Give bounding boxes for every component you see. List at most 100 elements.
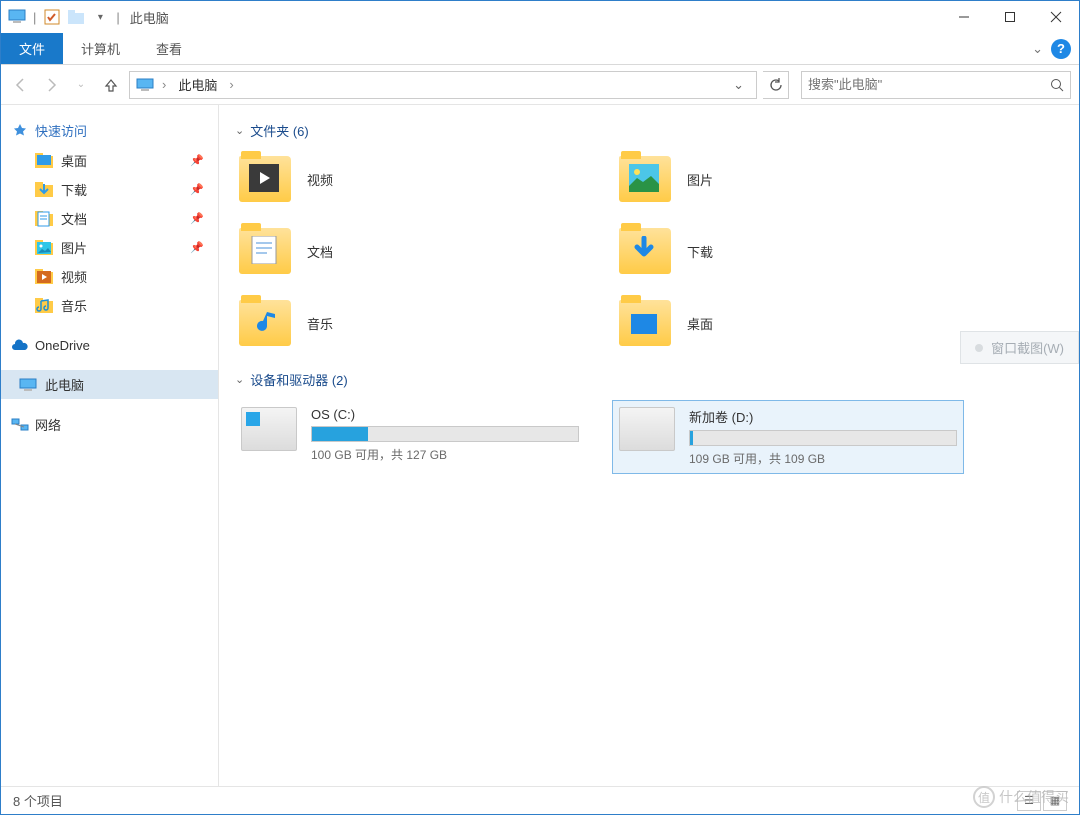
folder-item-视频[interactable]: 视频 — [235, 152, 575, 206]
sidebar-item-文档[interactable]: 文档 📌 — [1, 204, 218, 233]
folder-label: 视频 — [307, 170, 333, 189]
sidebar-item-下载[interactable]: 下载 📌 — [1, 175, 218, 204]
chevron-right-icon[interactable]: › — [227, 77, 235, 92]
chevron-down-icon: ⌄ — [235, 373, 244, 386]
sidebar-item-label: 音乐 — [61, 296, 87, 315]
drive-capacity-text: 109 GB 可用，共 109 GB — [689, 450, 957, 467]
separator: | — [116, 10, 119, 25]
sidebar-item-label: 文档 — [61, 209, 87, 228]
nav-back-button[interactable] — [9, 73, 33, 97]
search-input[interactable] — [808, 77, 1050, 92]
drive-item[interactable]: OS (C:)100 GB 可用，共 127 GB — [235, 401, 585, 473]
network-icon — [11, 416, 29, 434]
sidebar-quick-access[interactable]: 快速访问 — [1, 115, 218, 146]
folder-item-文档[interactable]: 文档 — [235, 224, 575, 278]
sidebar-item-视频[interactable]: 视频 — [1, 262, 218, 291]
sidebar-onedrive[interactable]: OneDrive — [1, 330, 218, 360]
minimize-button[interactable] — [941, 1, 987, 33]
qat-dropdown-icon[interactable]: ▾ — [90, 7, 110, 27]
drive-capacity-bar — [689, 430, 957, 446]
nav-up-button[interactable] — [99, 73, 123, 97]
watermark: 值 什么值得买 — [973, 786, 1069, 808]
sidebar-item-图片[interactable]: 图片 📌 — [1, 233, 218, 262]
sidebar-item-音乐[interactable]: 音乐 — [1, 291, 218, 320]
sidebar-network[interactable]: 网络 — [1, 409, 218, 440]
address-dropdown-icon[interactable]: ⌄ — [727, 77, 750, 93]
this-pc-icon — [19, 376, 37, 394]
folder-item-下载[interactable]: 下载 — [615, 224, 955, 278]
drive-item[interactable]: 新加卷 (D:)109 GB 可用，共 109 GB — [613, 401, 963, 473]
sidebar-item-桌面[interactable]: 桌面 📌 — [1, 146, 218, 175]
title-bar: | ▾ | 此电脑 — [1, 1, 1079, 33]
status-bar: 8 个项目 ☰ ▦ — [1, 786, 1079, 814]
folder-icon — [239, 228, 291, 274]
folder-icon — [35, 268, 53, 286]
window-title: 此电脑 — [130, 8, 169, 27]
folder-label: 图片 — [687, 170, 713, 189]
cloud-icon — [11, 336, 29, 354]
folder-label: 下载 — [687, 242, 713, 261]
search-icon[interactable] — [1050, 78, 1064, 92]
folder-icon — [35, 239, 53, 257]
ribbon-expand-icon[interactable]: ⌄ — [1032, 41, 1043, 57]
tab-file[interactable]: 文件 — [1, 33, 63, 64]
refresh-button[interactable] — [763, 71, 789, 99]
nav-bar: ⌄ › 此电脑 › ⌄ — [1, 65, 1079, 105]
pin-icon: 📌 — [190, 241, 204, 254]
watermark-text: 什么值得买 — [999, 787, 1069, 807]
section-drives-title: 设备和驱动器 (2) — [250, 370, 348, 389]
folder-item-图片[interactable]: 图片 — [615, 152, 955, 206]
sidebar-onedrive-label: OneDrive — [35, 338, 90, 353]
folder-icon — [619, 300, 671, 346]
separator: | — [33, 10, 36, 25]
folder-icon — [35, 297, 53, 315]
chevron-right-icon[interactable]: › — [160, 77, 168, 92]
sidebar-item-label: 桌面 — [61, 151, 87, 170]
chevron-down-icon: ⌄ — [235, 124, 244, 137]
new-folder-icon[interactable] — [66, 7, 86, 27]
record-dot-icon — [975, 344, 983, 352]
sidebar-item-label: 视频 — [61, 267, 87, 286]
tab-view[interactable]: 查看 — [138, 33, 200, 64]
close-button[interactable] — [1033, 1, 1079, 33]
pin-icon: 📌 — [190, 212, 204, 225]
breadcrumb-this-pc[interactable]: 此电脑 — [174, 73, 221, 96]
folder-icon — [619, 156, 671, 202]
folder-icon — [239, 300, 291, 346]
properties-icon[interactable] — [42, 7, 62, 27]
ribbon-tabs: 文件 计算机 查看 ⌄ ? — [1, 33, 1079, 65]
window-controls — [941, 1, 1079, 33]
nav-forward-button[interactable] — [39, 73, 63, 97]
drive-icon — [619, 407, 675, 451]
content-pane: ⌄ 文件夹 (6) 视频 图片文档 下载音乐 桌面 ⌄ 设备和驱动器 (2) OS (… — [219, 105, 1079, 786]
sidebar-item-label: 图片 — [61, 238, 87, 257]
folder-icon — [619, 228, 671, 274]
sidebar-item-label: 下载 — [61, 180, 87, 199]
folder-icon — [35, 210, 53, 228]
sidebar-this-pc-label: 此电脑 — [45, 375, 84, 394]
section-drives-header[interactable]: ⌄ 设备和驱动器 (2) — [235, 370, 1063, 389]
maximize-button[interactable] — [987, 1, 1033, 33]
folder-label: 桌面 — [687, 314, 713, 333]
quick-access-toolbar: | ▾ | 此电脑 — [1, 7, 175, 27]
search-box[interactable] — [801, 71, 1071, 99]
folder-item-音乐[interactable]: 音乐 — [235, 296, 575, 350]
drive-icon — [241, 407, 297, 451]
status-item-count: 8 个项目 — [13, 791, 63, 810]
nav-recent-dropdown[interactable]: ⌄ — [69, 73, 93, 97]
folder-label: 文档 — [307, 242, 333, 261]
address-bar[interactable]: › 此电脑 › ⌄ — [129, 71, 757, 99]
section-folders-header[interactable]: ⌄ 文件夹 (6) — [235, 121, 1063, 140]
folder-item-桌面[interactable]: 桌面 — [615, 296, 955, 350]
watermark-badge-icon: 值 — [973, 786, 995, 808]
tab-computer[interactable]: 计算机 — [63, 33, 138, 64]
pin-icon: 📌 — [190, 183, 204, 196]
help-icon[interactable]: ? — [1051, 39, 1071, 59]
drive-capacity-text: 100 GB 可用，共 127 GB — [311, 446, 579, 463]
drive-capacity-bar — [311, 426, 579, 442]
this-pc-icon — [136, 78, 154, 92]
section-folders-title: 文件夹 (6) — [250, 121, 309, 140]
pin-icon: 📌 — [190, 154, 204, 167]
sidebar-this-pc[interactable]: 此电脑 — [1, 370, 218, 399]
folder-icon — [35, 181, 53, 199]
